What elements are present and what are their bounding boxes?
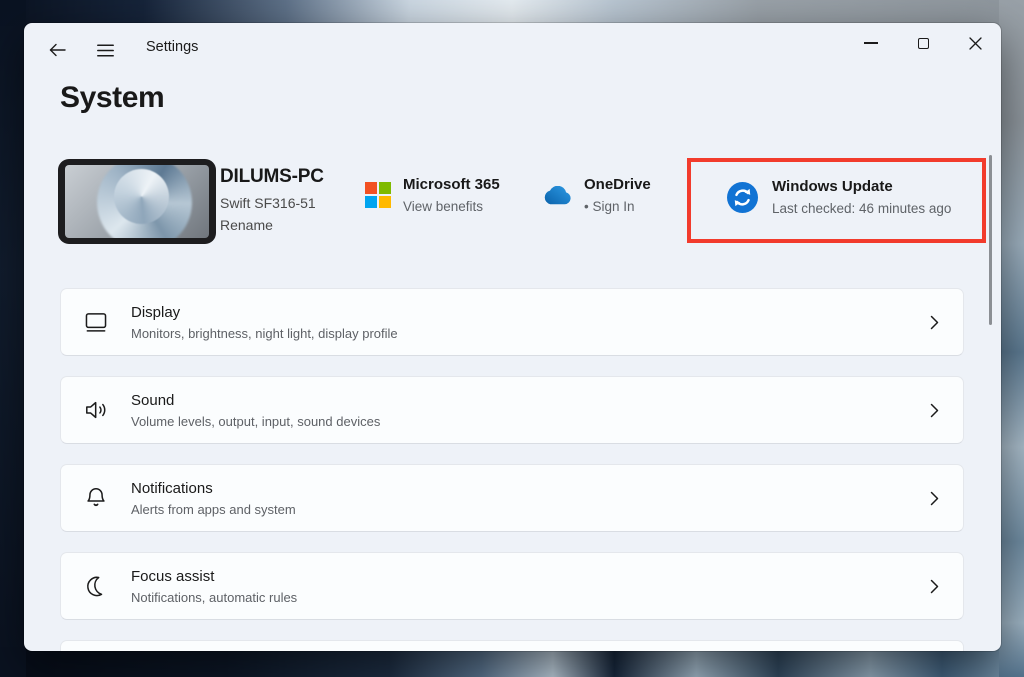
windows-update-link[interactable]: Windows Update Last checked: 46 minutes …	[727, 178, 951, 216]
wallpaper-right-strip	[999, 0, 1024, 677]
wallpaper-left-strip	[0, 0, 26, 677]
row-title: Sound	[131, 392, 930, 409]
back-button[interactable]	[44, 37, 70, 63]
desktop-wallpaper: Settings System	[0, 0, 1024, 677]
sign-in-link[interactable]: • Sign In	[584, 199, 651, 214]
row-subtitle: Monitors, brightness, night light, displ…	[131, 326, 930, 341]
chevron-right-icon	[930, 403, 939, 418]
page-title: System	[60, 81, 164, 115]
windows-update-title: Windows Update	[772, 178, 951, 195]
device-model: Swift SF316-51	[220, 195, 324, 211]
chevron-right-icon	[930, 315, 939, 330]
settings-list: Display Monitors, brightness, night ligh…	[60, 288, 964, 651]
chevron-right-icon	[930, 579, 939, 594]
windows-update-status: Last checked: 46 minutes ago	[772, 201, 951, 216]
settings-row-partial[interactable]	[60, 640, 964, 651]
settings-row-sound[interactable]: Sound Volume levels, output, input, soun…	[60, 376, 964, 444]
minimize-button[interactable]	[845, 23, 897, 63]
microsoft-365-logo-icon	[365, 182, 391, 208]
titlebar: Settings	[24, 23, 1001, 71]
window-controls	[845, 23, 1001, 67]
row-subtitle: Volume levels, output, input, sound devi…	[131, 414, 930, 429]
sound-icon	[83, 397, 109, 423]
onedrive-cloud-icon	[542, 186, 572, 205]
onedrive-link[interactable]: OneDrive • Sign In	[542, 176, 651, 214]
wallpaper-bottom-strip	[0, 647, 1024, 677]
hamburger-menu-icon	[97, 44, 114, 57]
microsoft-365-link[interactable]: Microsoft 365 View benefits	[365, 176, 500, 214]
chevron-right-icon	[930, 491, 939, 506]
settings-row-display[interactable]: Display Monitors, brightness, night ligh…	[60, 288, 964, 356]
settings-row-focus-assist[interactable]: Focus assist Notifications, automatic ru…	[60, 552, 964, 620]
annotation-highlight-box: Windows Update Last checked: 46 minutes …	[687, 158, 986, 243]
device-thumbnail	[58, 159, 216, 244]
settings-window: Settings System	[24, 23, 1001, 651]
rename-button[interactable]: Rename	[220, 217, 324, 233]
device-info: DILUMS-PC Swift SF316-51 Rename	[220, 166, 324, 233]
vertical-scrollbar[interactable]	[989, 155, 992, 325]
row-title: Display	[131, 304, 930, 321]
navigation-menu-button[interactable]	[92, 37, 118, 63]
row-title: Notifications	[131, 480, 930, 497]
maximize-button[interactable]	[897, 23, 949, 63]
app-title: Settings	[146, 39, 198, 55]
close-icon	[969, 37, 982, 50]
bloom-wallpaper-highlight	[114, 169, 169, 224]
notifications-bell-icon	[83, 485, 109, 511]
maximize-icon	[918, 38, 929, 49]
view-benefits-link[interactable]: View benefits	[403, 199, 500, 214]
focus-assist-moon-icon	[83, 573, 109, 599]
row-title: Focus assist	[131, 568, 930, 585]
windows-update-sync-icon	[727, 182, 758, 213]
settings-row-notifications[interactable]: Notifications Alerts from apps and syste…	[60, 464, 964, 532]
close-button[interactable]	[949, 23, 1001, 63]
device-thumbnail-screen	[65, 165, 209, 238]
back-arrow-icon	[49, 43, 66, 57]
microsoft-365-title: Microsoft 365	[403, 176, 500, 193]
device-name: DILUMS-PC	[220, 166, 324, 188]
display-icon	[83, 309, 109, 335]
onedrive-title: OneDrive	[584, 176, 651, 193]
row-subtitle: Alerts from apps and system	[131, 502, 930, 517]
minimize-icon	[864, 42, 878, 44]
row-subtitle: Notifications, automatic rules	[131, 590, 930, 605]
